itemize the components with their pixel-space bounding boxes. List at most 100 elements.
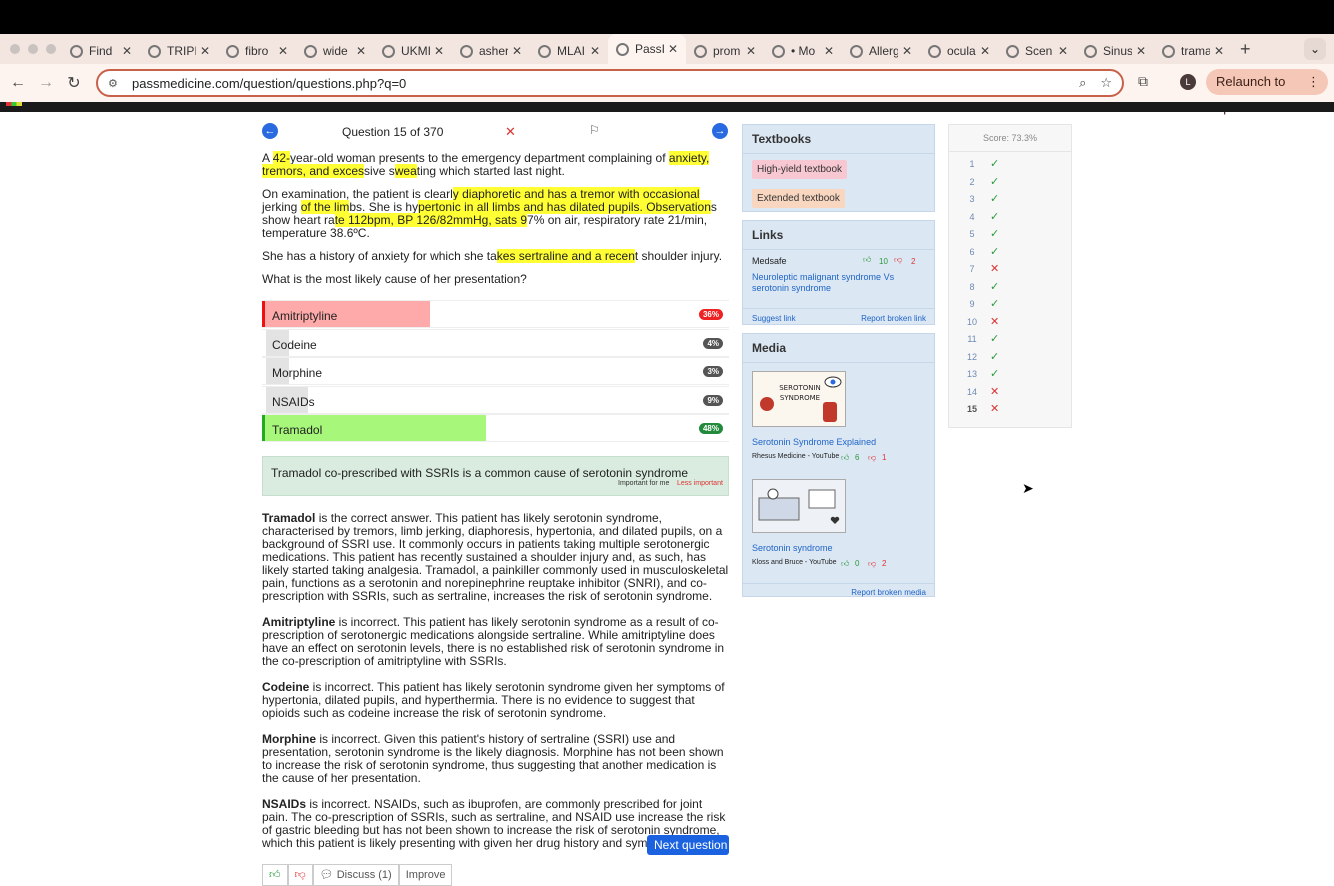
tab-close-icon[interactable]: ✕: [1058, 44, 1068, 58]
tab-close-icon[interactable]: ✕: [668, 42, 678, 56]
browser-tab[interactable]: wide ✕: [296, 38, 374, 64]
score-question-number: 4: [969, 211, 975, 222]
tab-search-icon[interactable]: ⌄: [1304, 38, 1326, 60]
score-row[interactable]: 8 ✓: [949, 278, 1071, 296]
browser-tab[interactable]: prom ✕: [686, 38, 764, 64]
link-thumbs-down-icon[interactable]: 👎︎: [894, 255, 902, 265]
less-important-button[interactable]: Less important: [677, 480, 723, 487]
score-row[interactable]: 9 ✓: [949, 295, 1071, 313]
improve-button[interactable]: Improve: [398, 864, 453, 886]
score-row[interactable]: 2 ✓: [949, 173, 1071, 191]
browser-tab[interactable]: Find ✕: [62, 38, 140, 64]
media-thumbs-down-icon[interactable]: 👎︎: [868, 559, 876, 569]
tab-close-icon[interactable]: ✕: [902, 44, 912, 58]
media-thumbs-up-icon[interactable]: 👍︎: [841, 559, 849, 569]
media-video-title[interactable]: Serotonin Syndrome Explained: [752, 437, 925, 447]
previous-question-icon[interactable]: ←: [262, 123, 278, 139]
suggest-link-button[interactable]: Suggest link: [752, 314, 796, 323]
score-row[interactable]: 11 ✓: [949, 330, 1071, 348]
browser-tab[interactable]: asher ✕: [452, 38, 530, 64]
reload-icon[interactable]: ↻: [60, 73, 88, 93]
textbooks-title: Textbooks: [743, 125, 934, 154]
browser-tab[interactable]: fibro ✕: [218, 38, 296, 64]
score-row[interactable]: 6 ✓: [949, 243, 1071, 261]
browser-tab[interactable]: Scen ✕: [998, 38, 1076, 64]
score-row[interactable]: 1 ✓: [949, 155, 1071, 173]
browser-tab[interactable]: MLAI ✕: [530, 38, 608, 64]
link-up-count: 10: [879, 257, 888, 266]
answer-option[interactable]: Amitriptyline 36%: [262, 300, 729, 328]
incorrect-cross-icon: ✕: [990, 385, 1000, 398]
score-row[interactable]: 14 ✕: [949, 383, 1071, 401]
tab-close-icon[interactable]: ✕: [590, 44, 600, 58]
tab-strip: Find ✕ TRIPI ✕ fibro ✕ wide ✕ UKMI ✕ asher ✕ MLAI ✕ Pa…: [0, 34, 1334, 64]
tab-label: Scen: [1025, 44, 1053, 58]
link-title[interactable]: Neuroleptic malignant syndrome Vs seroto…: [743, 272, 934, 294]
window-controls[interactable]: [0, 44, 62, 54]
new-tab-button[interactable]: +: [1232, 39, 1259, 60]
browser-tab[interactable]: ocula ✕: [920, 38, 998, 64]
more-menu-icon[interactable]: ⋮: [1307, 69, 1320, 95]
tab-close-icon[interactable]: ✕: [122, 44, 132, 58]
tab-close-icon[interactable]: ✕: [512, 44, 522, 58]
browser-tab[interactable]: TRIPI ✕: [140, 38, 218, 64]
next-question-button[interactable]: Next question ›: [647, 835, 729, 872]
score-row[interactable]: 5 ✓: [949, 225, 1071, 243]
tab-close-icon[interactable]: ✕: [1136, 44, 1146, 58]
zoom-icon[interactable]: ⌕: [1079, 75, 1086, 91]
profile-avatar[interactable]: L: [1180, 74, 1196, 90]
score-row[interactable]: 7 ✕: [949, 260, 1071, 278]
url-text: passmedicine.com/question/questions.php?…: [132, 75, 407, 91]
score-row[interactable]: 4 ✓: [949, 208, 1071, 226]
score-row[interactable]: 3 ✓: [949, 190, 1071, 208]
browser-tab[interactable]: Allerg ✕: [842, 38, 920, 64]
link-thumbs-up-icon[interactable]: 👍︎: [863, 255, 871, 265]
video-thumbnail[interactable]: SEROTONIN SYNDROME: [752, 371, 846, 427]
site-info-icon[interactable]: ⚙: [108, 77, 122, 90]
highlighted-text: pertonic in all limbs and has dilated pu…: [418, 200, 711, 214]
media-video-title[interactable]: Serotonin syndrome: [752, 543, 925, 553]
bookmark-star-icon[interactable]: ☆: [1100, 75, 1112, 91]
media-source-row: Kloss and Bruce - YouTube 👍︎ 0 👎︎ 2: [752, 559, 925, 575]
extensions-icon[interactable]: ⧉: [1138, 73, 1148, 90]
tab-close-icon[interactable]: ✕: [1214, 44, 1224, 58]
tab-close-icon[interactable]: ✕: [824, 44, 834, 58]
report-broken-media-button[interactable]: Report broken media: [851, 588, 926, 597]
tab-close-icon[interactable]: ✕: [278, 44, 288, 58]
score-row[interactable]: 15 ✕: [949, 400, 1071, 418]
score-row[interactable]: 13 ✓: [949, 365, 1071, 383]
answer-option[interactable]: NSAIDs 9%: [262, 385, 729, 414]
score-row[interactable]: 12 ✓: [949, 348, 1071, 366]
important-for-me-button[interactable]: Important for me: [618, 480, 669, 487]
url-bar[interactable]: ⚙ passmedicine.com/question/questions.ph…: [96, 69, 1124, 97]
answer-option[interactable]: Morphine 3%: [262, 357, 729, 385]
browser-tab[interactable]: Sinus ✕: [1076, 38, 1154, 64]
back-icon[interactable]: ←: [4, 74, 32, 92]
high-yield-textbook-button[interactable]: High-yield textbook: [752, 160, 848, 179]
forward-icon[interactable]: →: [32, 74, 60, 92]
browser-tab[interactable]: trama ✕: [1154, 38, 1232, 64]
answer-option[interactable]: Codeine 4%: [262, 328, 729, 357]
flag-icon[interactable]: ⚐: [589, 123, 600, 137]
browser-tab[interactable]: • Mo ✕: [764, 38, 842, 64]
thumbs-up-icon[interactable]: 👍︎: [262, 864, 288, 886]
relaunch-button[interactable]: Relaunch to update ⋮: [1206, 69, 1328, 115]
extended-textbook-button[interactable]: Extended textbook: [752, 189, 845, 208]
site-logo[interactable]: [6, 102, 22, 106]
thumbs-down-icon[interactable]: 👎︎: [287, 864, 313, 886]
media-thumbs-down-icon[interactable]: 👎︎: [868, 453, 876, 463]
tab-close-icon[interactable]: ✕: [356, 44, 366, 58]
tab-close-icon[interactable]: ✕: [200, 44, 210, 58]
browser-tab[interactable]: PassI ✕: [608, 34, 686, 64]
media-thumbs-up-icon[interactable]: 👍︎: [841, 453, 849, 463]
tab-close-icon[interactable]: ✕: [434, 44, 444, 58]
next-question-icon[interactable]: →: [712, 123, 728, 139]
tab-close-icon[interactable]: ✕: [746, 44, 756, 58]
browser-tab[interactable]: UKMI ✕: [374, 38, 452, 64]
video-thumbnail[interactable]: [752, 479, 846, 533]
report-broken-link-button[interactable]: Report broken link: [861, 314, 926, 323]
discuss-button[interactable]: 💬︎ Discuss (1): [312, 864, 399, 886]
tab-close-icon[interactable]: ✕: [980, 44, 990, 58]
score-row[interactable]: 10 ✕: [949, 313, 1071, 331]
answer-option[interactable]: Tramadol 48%: [262, 414, 729, 442]
